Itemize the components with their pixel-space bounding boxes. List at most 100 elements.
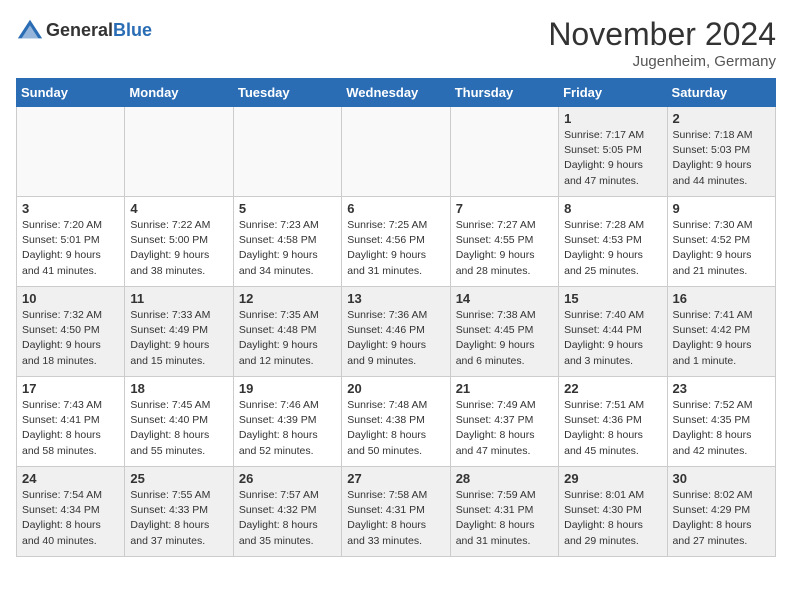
day-info: Sunrise: 7:48 AM Sunset: 4:38 PM Dayligh… [347,398,444,459]
day-number: 13 [347,291,444,306]
week-row-3: 10 Sunrise: 7:32 AM Sunset: 4:50 PM Dayli… [17,287,776,377]
day-number: 25 [130,471,227,486]
day-number: 28 [456,471,553,486]
day-cell [342,107,450,197]
day-cell [125,107,233,197]
day-number: 18 [130,381,227,396]
day-cell: 7 Sunrise: 7:27 AM Sunset: 4:55 PM Daylig… [450,197,558,287]
day-info: Sunrise: 7:54 AM Sunset: 4:34 PM Dayligh… [22,488,119,549]
day-number: 23 [673,381,770,396]
day-number: 14 [456,291,553,306]
day-number: 15 [564,291,661,306]
weekday-header-friday: Friday [559,79,667,107]
day-number: 20 [347,381,444,396]
day-cell: 25 Sunrise: 7:55 AM Sunset: 4:33 PM Dayli… [125,467,233,557]
week-row-2: 3Sunrise: 7:20 AM Sunset: 5:01 PM Daylig… [17,197,776,287]
day-cell: 5 Sunrise: 7:23 AM Sunset: 4:58 PM Daylig… [233,197,341,287]
day-cell: 3Sunrise: 7:20 AM Sunset: 5:01 PM Daylig… [17,197,125,287]
day-cell [450,107,558,197]
day-info: Sunrise: 7:17 AM Sunset: 5:05 PM Dayligh… [564,128,661,189]
day-cell: 21Sunrise: 7:49 AM Sunset: 4:37 PM Dayli… [450,377,558,467]
day-cell: 28 Sunrise: 7:59 AM Sunset: 4:31 PM Dayli… [450,467,558,557]
day-info: Sunrise: 7:32 AM Sunset: 4:50 PM Dayligh… [22,308,119,369]
day-number: 6 [347,201,444,216]
day-cell: 16Sunrise: 7:41 AM Sunset: 4:42 PM Dayli… [667,287,775,377]
day-cell: 13Sunrise: 7:36 AM Sunset: 4:46 PM Dayli… [342,287,450,377]
logo-blue: Blue [113,20,152,40]
day-cell: 11 Sunrise: 7:33 AM Sunset: 4:49 PM Dayli… [125,287,233,377]
day-cell: 23 Sunrise: 7:52 AM Sunset: 4:35 PM Dayli… [667,377,775,467]
day-number: 24 [22,471,119,486]
day-info: Sunrise: 7:57 AM Sunset: 4:32 PM Dayligh… [239,488,336,549]
day-info: Sunrise: 7:35 AM Sunset: 4:48 PM Dayligh… [239,308,336,369]
day-number: 19 [239,381,336,396]
day-cell: 1 Sunrise: 7:17 AM Sunset: 5:05 PM Daylig… [559,107,667,197]
day-info: Sunrise: 7:40 AM Sunset: 4:44 PM Dayligh… [564,308,661,369]
day-info: Sunrise: 7:23 AM Sunset: 4:58 PM Dayligh… [239,218,336,279]
weekday-header-thursday: Thursday [450,79,558,107]
weekday-header-sunday: Sunday [17,79,125,107]
day-info: Sunrise: 7:25 AM Sunset: 4:56 PM Dayligh… [347,218,444,279]
day-info: Sunrise: 7:27 AM Sunset: 4:55 PM Dayligh… [456,218,553,279]
day-cell: 9Sunrise: 7:30 AM Sunset: 4:52 PM Daylig… [667,197,775,287]
day-number: 26 [239,471,336,486]
weekday-header-wednesday: Wednesday [342,79,450,107]
day-cell: 30 Sunrise: 8:02 AM Sunset: 4:29 PM Dayli… [667,467,775,557]
day-info: Sunrise: 7:33 AM Sunset: 4:49 PM Dayligh… [130,308,227,369]
day-cell: 14 Sunrise: 7:38 AM Sunset: 4:45 PM Dayli… [450,287,558,377]
day-cell: 12 Sunrise: 7:35 AM Sunset: 4:48 PM Dayli… [233,287,341,377]
day-info: Sunrise: 7:52 AM Sunset: 4:35 PM Dayligh… [673,398,770,459]
day-cell: 26 Sunrise: 7:57 AM Sunset: 4:32 PM Dayli… [233,467,341,557]
day-number: 30 [673,471,770,486]
day-info: Sunrise: 7:22 AM Sunset: 5:00 PM Dayligh… [130,218,227,279]
day-info: Sunrise: 7:46 AM Sunset: 4:39 PM Dayligh… [239,398,336,459]
day-info: Sunrise: 8:02 AM Sunset: 4:29 PM Dayligh… [673,488,770,549]
logo: GeneralBlue [16,16,152,44]
day-number: 7 [456,201,553,216]
day-cell [233,107,341,197]
week-row-1: 1 Sunrise: 7:17 AM Sunset: 5:05 PM Daylig… [17,107,776,197]
page-header: GeneralBlue November 2024 Jugenheim, Ger… [16,16,776,70]
title-block: November 2024 Jugenheim, Germany [548,16,776,70]
day-number: 10 [22,291,119,306]
calendar-table: SundayMondayTuesdayWednesdayThursdayFrid… [16,78,776,557]
day-cell [17,107,125,197]
day-cell: 4Sunrise: 7:22 AM Sunset: 5:00 PM Daylig… [125,197,233,287]
weekday-header-saturday: Saturday [667,79,775,107]
day-number: 17 [22,381,119,396]
day-number: 22 [564,381,661,396]
day-cell: 10 Sunrise: 7:32 AM Sunset: 4:50 PM Dayli… [17,287,125,377]
day-cell: 6 Sunrise: 7:25 AM Sunset: 4:56 PM Daylig… [342,197,450,287]
day-cell: 17 Sunrise: 7:43 AM Sunset: 4:41 PM Dayli… [17,377,125,467]
day-info: Sunrise: 7:59 AM Sunset: 4:31 PM Dayligh… [456,488,553,549]
day-info: Sunrise: 7:43 AM Sunset: 4:41 PM Dayligh… [22,398,119,459]
day-cell: 2Sunrise: 7:18 AM Sunset: 5:03 PM Daylig… [667,107,775,197]
day-info: Sunrise: 7:55 AM Sunset: 4:33 PM Dayligh… [130,488,227,549]
day-number: 8 [564,201,661,216]
day-cell: 20 Sunrise: 7:48 AM Sunset: 4:38 PM Dayli… [342,377,450,467]
day-number: 29 [564,471,661,486]
day-info: Sunrise: 7:41 AM Sunset: 4:42 PM Dayligh… [673,308,770,369]
day-number: 2 [673,111,770,126]
day-info: Sunrise: 7:38 AM Sunset: 4:45 PM Dayligh… [456,308,553,369]
day-number: 11 [130,291,227,306]
day-info: Sunrise: 8:01 AM Sunset: 4:30 PM Dayligh… [564,488,661,549]
header-row: SundayMondayTuesdayWednesdayThursdayFrid… [17,79,776,107]
day-cell: 8Sunrise: 7:28 AM Sunset: 4:53 PM Daylig… [559,197,667,287]
day-number: 21 [456,381,553,396]
day-info: Sunrise: 7:58 AM Sunset: 4:31 PM Dayligh… [347,488,444,549]
day-number: 5 [239,201,336,216]
day-cell: 29 Sunrise: 8:01 AM Sunset: 4:30 PM Dayli… [559,467,667,557]
day-number: 1 [564,111,661,126]
logo-icon [16,16,44,44]
day-info: Sunrise: 7:45 AM Sunset: 4:40 PM Dayligh… [130,398,227,459]
day-cell: 15 Sunrise: 7:40 AM Sunset: 4:44 PM Dayli… [559,287,667,377]
day-cell: 22 Sunrise: 7:51 AM Sunset: 4:36 PM Dayli… [559,377,667,467]
day-number: 9 [673,201,770,216]
day-cell: 18 Sunrise: 7:45 AM Sunset: 4:40 PM Dayli… [125,377,233,467]
week-row-4: 17 Sunrise: 7:43 AM Sunset: 4:41 PM Dayli… [17,377,776,467]
day-cell: 24 Sunrise: 7:54 AM Sunset: 4:34 PM Dayli… [17,467,125,557]
day-number: 12 [239,291,336,306]
weekday-header-monday: Monday [125,79,233,107]
day-info: Sunrise: 7:51 AM Sunset: 4:36 PM Dayligh… [564,398,661,459]
